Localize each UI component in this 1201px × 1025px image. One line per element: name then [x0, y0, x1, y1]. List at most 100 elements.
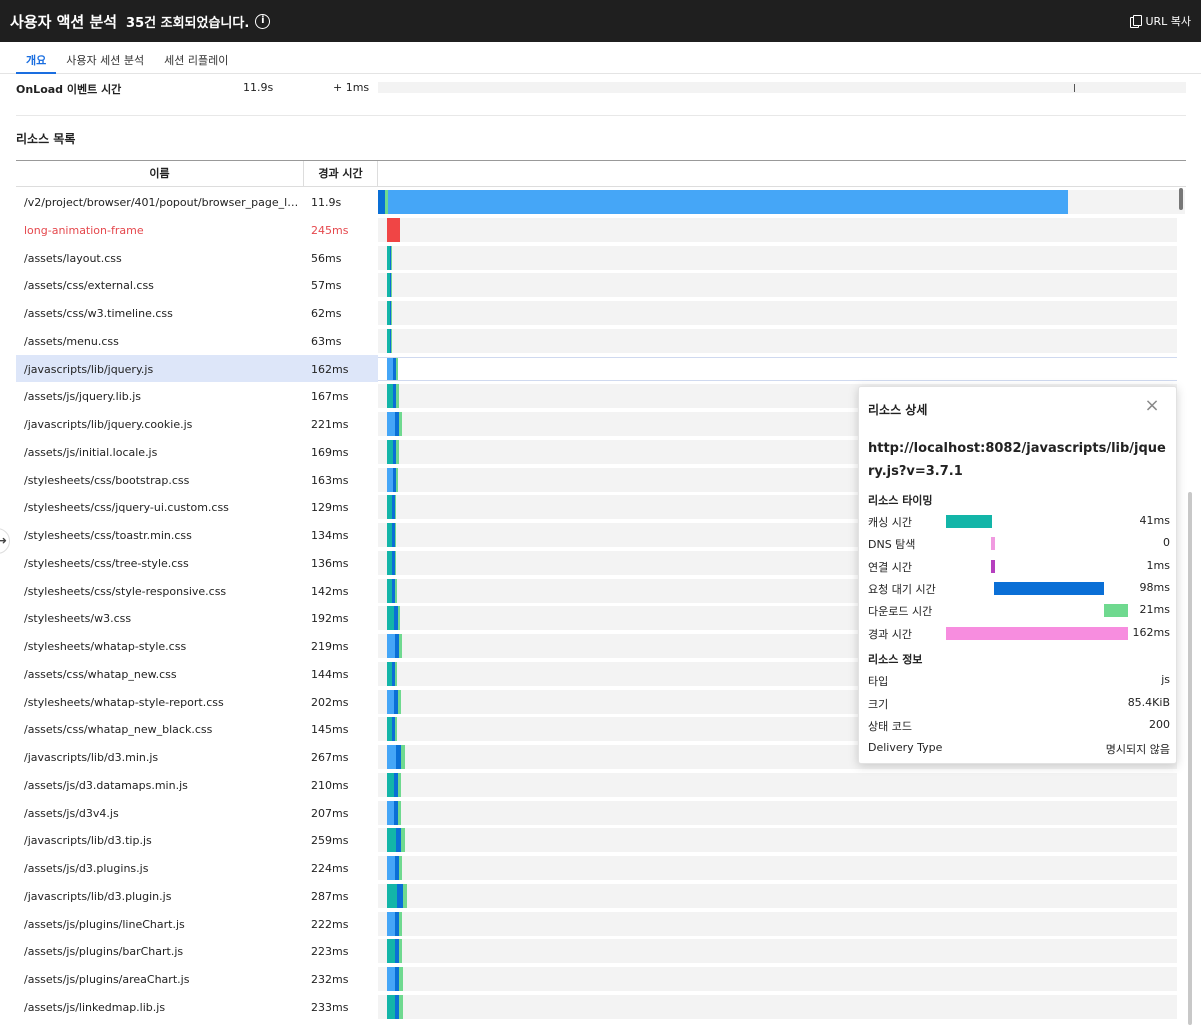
- table-row[interactable]: /assets/js/plugins/lineChart.js 222ms: [16, 910, 1186, 938]
- table-row[interactable]: /assets/css/w3.timeline.css 62ms: [16, 299, 1186, 327]
- table-row[interactable]: long-animation-frame 245ms: [16, 216, 1186, 244]
- table-row[interactable]: /v2/project/browser/401/popout/browser_p…: [16, 188, 1186, 216]
- tab-session-analysis[interactable]: 사용자 세션 분석: [56, 42, 154, 74]
- resource-name: /assets/css/w3.timeline.css: [24, 307, 173, 320]
- resource-elapsed: 129ms: [311, 501, 349, 515]
- resource-name: /stylesheets/css/jquery-ui.custom.css: [24, 501, 229, 515]
- timing-value: 162ms: [1132, 625, 1170, 639]
- resource-name: /assets/js/initial.locale.js: [24, 445, 158, 459]
- resource-elapsed: 259ms: [311, 834, 349, 848]
- timing-value: 21ms: [1139, 603, 1170, 617]
- resource-elapsed: 223ms: [311, 945, 349, 959]
- table-row[interactable]: /assets/js/linkedmap.lib.js 233ms: [16, 993, 1186, 1021]
- timing-download-segment: [399, 967, 403, 991]
- tab-bar: 개요 사용자 세션 분석 세션 리플레이: [0, 42, 1201, 74]
- timing-row: DNS 탐색 0: [868, 534, 1170, 552]
- info-label: 상태 코드: [868, 720, 912, 733]
- resource-name: /javascripts/lib/d3.tip.js: [24, 834, 152, 848]
- table-row[interactable]: /javascripts/lib/jquery.js 162ms: [16, 354, 1186, 383]
- table-row[interactable]: /javascripts/lib/d3.tip.js 259ms: [16, 826, 1186, 854]
- timing-download-segment: [396, 357, 398, 380]
- resource-name: /assets/js/plugins/areaChart.js: [24, 973, 190, 986]
- timing-download-segment: [403, 883, 407, 908]
- table-row[interactable]: /assets/js/plugins/barChart.js 223ms: [16, 937, 1186, 965]
- timing-cache-segment: [387, 911, 395, 936]
- long-animation-segment: [387, 217, 400, 242]
- resource-elapsed: 222ms: [311, 917, 349, 931]
- timing-cache-segment: [387, 939, 395, 964]
- resource-elapsed: 56ms: [311, 251, 342, 265]
- table-row[interactable]: /assets/js/d3v4.js 207ms: [16, 799, 1186, 827]
- onload-timeline: [378, 82, 1186, 93]
- top-bar: 사용자 액션 분석 35건 조회되었습니다. i URL 복사: [0, 0, 1201, 42]
- resource-timeline: [378, 883, 1177, 908]
- resource-name: /v2/project/browser/401/popout/browser_p…: [24, 196, 299, 209]
- timing-download-segment: [396, 467, 398, 492]
- resource-elapsed: 207ms: [311, 806, 349, 820]
- timing-download-segment: [398, 772, 401, 797]
- timing-download-segment: [399, 634, 402, 658]
- resource-name: /javascripts/lib/d3.plugin.js: [24, 889, 172, 903]
- resource-timeline: [378, 245, 1177, 270]
- resource-timeline: [378, 800, 1177, 825]
- resource-name: /stylesheets/css/tree-style.css: [24, 556, 189, 570]
- resource-name: /javascripts/lib/jquery.cookie.js: [24, 418, 193, 431]
- timing-download-segment: [391, 301, 392, 325]
- timing-section-title: 리소스 타이밍: [868, 494, 933, 507]
- table-row[interactable]: /assets/css/external.css 57ms: [16, 271, 1186, 299]
- page-scrollbar[interactable]: [1188, 492, 1192, 1025]
- info-value: 200: [1149, 718, 1170, 731]
- timing-label: 연결 시간: [868, 560, 912, 574]
- url-copy-label: URL 복사: [1145, 15, 1191, 28]
- resource-elapsed: 287ms: [311, 889, 349, 903]
- timing-bar: [991, 537, 995, 551]
- table-row[interactable]: /assets/layout.css 56ms: [16, 244, 1186, 272]
- url-copy-button[interactable]: URL 복사: [1130, 13, 1191, 29]
- timing-download-segment: [396, 439, 399, 464]
- copy-icon: [1130, 15, 1143, 28]
- timing-wait-segment: [378, 190, 385, 214]
- table-row[interactable]: /assets/js/plugins/areaChart.js 232ms: [16, 965, 1186, 993]
- resource-name: /assets/js/d3v4.js: [24, 806, 119, 820]
- table-row[interactable]: /assets/menu.css 63ms: [16, 327, 1186, 355]
- table-row[interactable]: /assets/js/d3.datamaps.min.js 210ms: [16, 771, 1186, 799]
- onload-delta: + 1ms: [333, 81, 370, 94]
- close-icon[interactable]: ×: [1143, 397, 1161, 415]
- timeline-scrollbar[interactable]: [1179, 188, 1183, 210]
- timing-bar: [946, 515, 992, 528]
- resource-name: /assets/js/plugins/barChart.js: [24, 945, 184, 959]
- resource-elapsed: 134ms: [311, 529, 349, 542]
- resource-name: /assets/menu.css: [24, 334, 119, 348]
- resource-detail-popup: 리소스 상세 × http://localhost:8082/javascrip…: [858, 386, 1177, 764]
- timing-label: 다운로드 시간: [868, 605, 933, 619]
- info-value: 85.4KiB: [1127, 695, 1170, 709]
- column-header-elapsed[interactable]: 경과 시간: [304, 161, 378, 187]
- resource-elapsed: 169ms: [311, 445, 349, 459]
- tab-overview[interactable]: 개요: [16, 42, 57, 74]
- resource-elapsed: 233ms: [311, 1000, 349, 1014]
- resource-timeline: [378, 967, 1177, 991]
- info-label: 크기: [868, 697, 889, 711]
- timing-label: 경과 시간: [868, 627, 912, 641]
- resource-elapsed: 219ms: [311, 640, 349, 653]
- table-row[interactable]: /javascripts/lib/d3.plugin.js 287ms: [16, 882, 1186, 910]
- info-value: 명시되지 않음: [1105, 742, 1170, 756]
- info-icon[interactable]: i: [255, 13, 271, 29]
- resource-elapsed: 221ms: [311, 418, 349, 431]
- timing-cache-segment: [387, 967, 395, 991]
- timing-download-segment: [395, 661, 397, 686]
- resource-elapsed: 145ms: [311, 723, 349, 737]
- side-panel-toggle[interactable]: ➜: [0, 528, 10, 554]
- tab-session-replay[interactable]: 세션 리플레이: [154, 42, 238, 74]
- info-section-title: 리소스 정보: [868, 653, 923, 666]
- resource-elapsed: 11.9s: [311, 196, 342, 209]
- table-row[interactable]: /assets/js/d3.plugins.js 224ms: [16, 854, 1186, 882]
- column-header-name[interactable]: 이름: [16, 161, 304, 187]
- result-count: 35건 조회되었습니다.: [126, 15, 250, 31]
- timing-download-segment: [396, 384, 399, 409]
- resource-list-title: 리소스 목록: [16, 132, 76, 146]
- timing-value: 41ms: [1139, 514, 1170, 527]
- timing-value: 1ms: [1146, 558, 1170, 572]
- timing-download-segment: [395, 523, 396, 547]
- resource-name: /assets/js/linkedmap.lib.js: [24, 1000, 166, 1014]
